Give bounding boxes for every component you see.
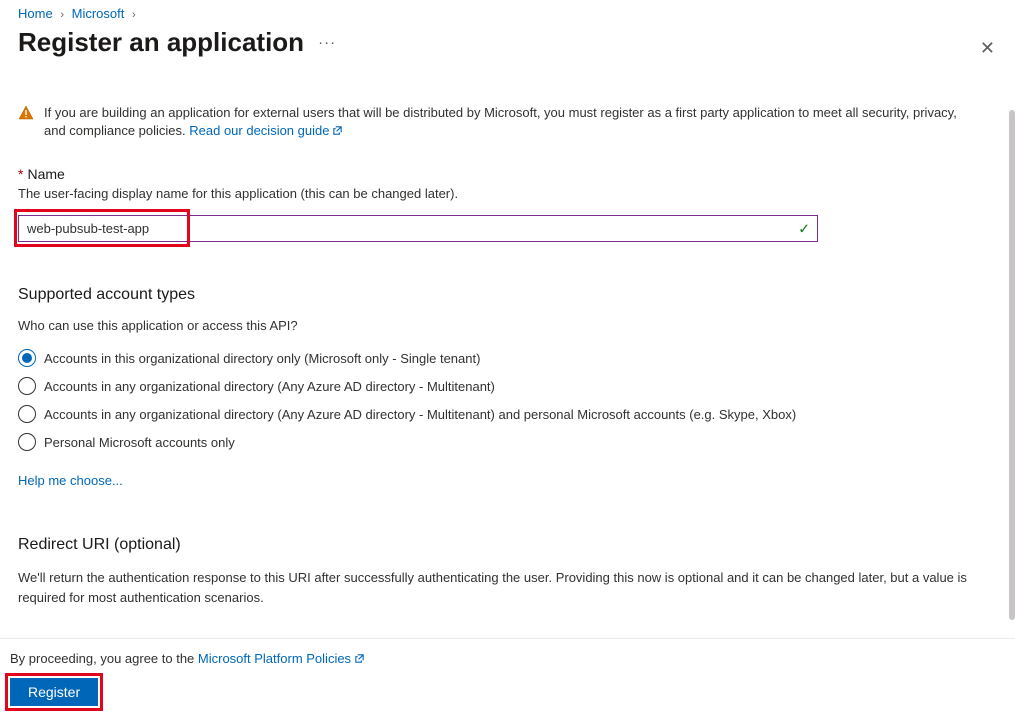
chevron-right-icon: › <box>60 9 64 21</box>
radio-personal-only[interactable]: Personal Microsoft accounts only <box>18 433 997 451</box>
external-link-icon <box>332 125 343 136</box>
radio-icon <box>18 349 36 367</box>
radio-icon <box>18 377 36 395</box>
radio-multitenant-personal[interactable]: Accounts in any organizational directory… <box>18 405 997 423</box>
warning-text: If you are building an application for e… <box>44 105 957 138</box>
policy-prefix: By proceeding, you agree to the <box>10 651 198 666</box>
checkmark-icon: ✓ <box>798 220 810 237</box>
radio-icon <box>18 405 36 423</box>
breadcrumb-microsoft[interactable]: Microsoft <box>72 6 125 21</box>
breadcrumb: Home › Microsoft › <box>18 6 997 21</box>
radio-label: Accounts in any organizational directory… <box>44 407 796 422</box>
decision-guide-link[interactable]: Read our decision guide <box>189 123 343 138</box>
name-hint: The user-facing display name for this ap… <box>18 186 997 201</box>
breadcrumb-home[interactable]: Home <box>18 6 53 21</box>
register-button[interactable]: Register <box>10 678 98 706</box>
account-type-radio-group: Accounts in this organizational director… <box>18 349 997 451</box>
name-label: *Name <box>18 166 997 182</box>
radio-label: Accounts in any organizational directory… <box>44 379 495 394</box>
platform-policies-link[interactable]: Microsoft Platform Policies <box>198 651 365 666</box>
more-icon[interactable]: ··· <box>318 34 336 51</box>
radio-single-tenant[interactable]: Accounts in this organizational director… <box>18 349 997 367</box>
account-types-heading: Supported account types <box>18 286 997 304</box>
radio-icon <box>18 433 36 451</box>
name-input[interactable] <box>18 215 818 242</box>
warning-banner: If you are building an application for e… <box>18 104 958 140</box>
page-title: Register an application <box>18 27 304 58</box>
radio-label: Personal Microsoft accounts only <box>44 435 235 450</box>
warning-icon <box>18 105 34 121</box>
redirect-uri-desc: We'll return the authentication response… <box>18 568 978 607</box>
account-types-hint: Who can use this application or access t… <box>18 318 997 333</box>
chevron-right-icon: › <box>132 9 136 21</box>
radio-multitenant[interactable]: Accounts in any organizational directory… <box>18 377 997 395</box>
close-icon[interactable]: ✕ <box>980 38 995 59</box>
required-indicator: * <box>18 166 23 182</box>
scrollbar[interactable] <box>1009 110 1015 620</box>
footer: By proceeding, you agree to the Microsof… <box>0 638 1015 720</box>
radio-label: Accounts in this organizational director… <box>44 351 480 366</box>
redirect-uri-heading: Redirect URI (optional) <box>18 536 997 554</box>
external-link-icon <box>354 653 365 664</box>
help-me-choose-link[interactable]: Help me choose... <box>18 473 123 488</box>
